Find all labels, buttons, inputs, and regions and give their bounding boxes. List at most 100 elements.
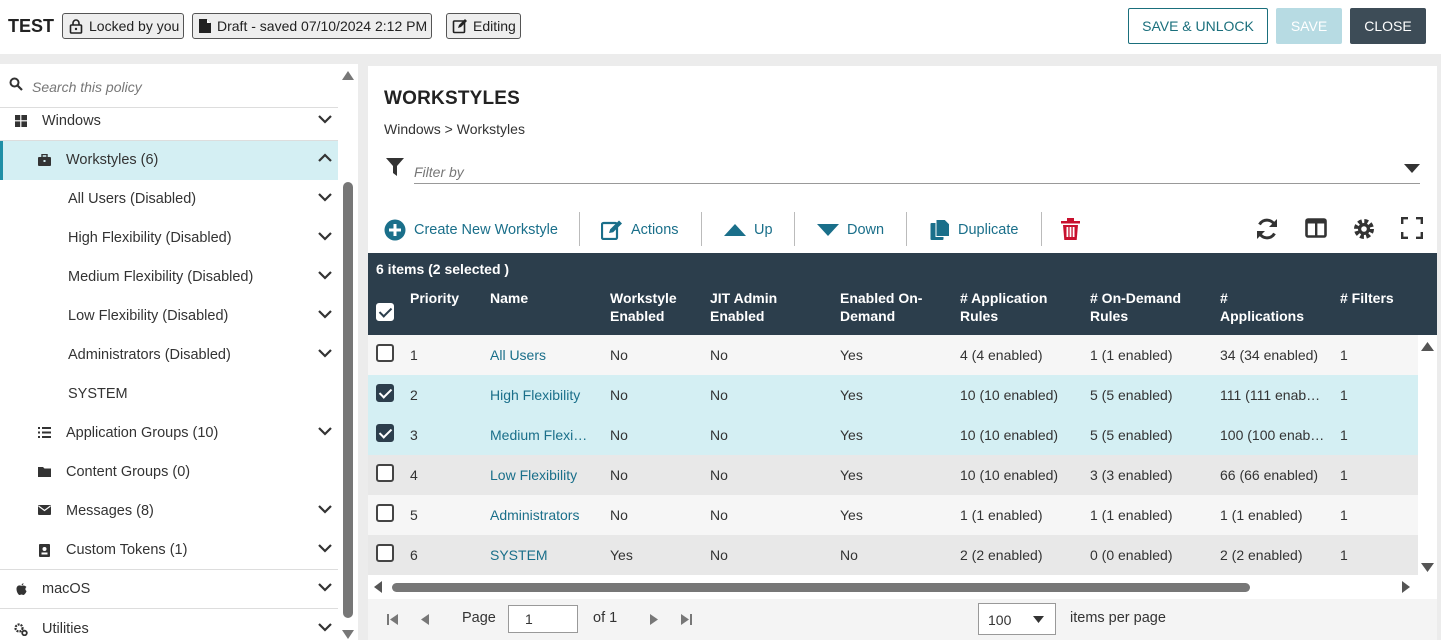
sidebar-item-messages[interactable]: Messages (8) xyxy=(0,492,338,531)
row-checkbox[interactable] xyxy=(376,544,394,562)
next-page-icon[interactable] xyxy=(650,614,658,625)
last-page-icon[interactable] xyxy=(681,614,692,625)
page-number-input[interactable] xyxy=(508,605,578,633)
column-header-app-rules[interactable]: # Application Rules xyxy=(960,289,1047,325)
sidebar-item-macos[interactable]: macOS xyxy=(0,570,338,609)
items-per-page-label: items per page xyxy=(1070,610,1166,626)
column-header-applications[interactable]: # Applications xyxy=(1220,289,1304,325)
envelope-icon xyxy=(38,505,51,515)
caret-down-icon[interactable] xyxy=(1404,164,1420,173)
sidebar-item-medium-flexibility[interactable]: Medium Flexibility (Disabled) xyxy=(0,258,338,297)
column-header-jit-admin[interactable]: JIT Admin Enabled xyxy=(710,289,777,325)
save-unlock-button[interactable]: SAVE & UNLOCK xyxy=(1128,8,1268,44)
column-header-on-demand[interactable]: Enabled On- Demand xyxy=(840,289,922,325)
move-up-button[interactable]: Up xyxy=(724,216,773,244)
duplicate-button[interactable]: Duplicate xyxy=(930,216,1018,244)
table-row[interactable]: 4 Low Flexibility No No Yes 10 (10 enabl… xyxy=(368,455,1418,495)
scroll-up-icon[interactable] xyxy=(342,71,354,80)
table-horizontal-scrollbar[interactable] xyxy=(368,575,1418,599)
table-row[interactable]: 6 SYSTEM Yes No No 2 (2 enabled) 0 (0 en… xyxy=(368,535,1418,575)
prev-page-icon[interactable] xyxy=(421,614,429,625)
column-header-priority[interactable]: Priority xyxy=(410,289,459,307)
table-row[interactable]: 1 All Users No No Yes 4 (4 enabled) 1 (1… xyxy=(368,335,1418,375)
chevron-up-icon[interactable] xyxy=(318,153,332,163)
sidebar-item-high-flexibility[interactable]: High Flexibility (Disabled) xyxy=(0,219,338,258)
fullscreen-icon[interactable] xyxy=(1401,217,1423,239)
actions-button[interactable]: Actions xyxy=(601,216,679,244)
gear-icon[interactable] xyxy=(1352,217,1376,241)
sidebar-item-application-groups[interactable]: Application Groups (10) xyxy=(0,414,338,453)
chevron-down-icon[interactable] xyxy=(318,348,332,358)
sidebar-scroll-thumb[interactable] xyxy=(343,182,353,618)
table-row[interactable]: 5 Administrators No No Yes 1 (1 enabled)… xyxy=(368,495,1418,535)
scroll-down-icon[interactable] xyxy=(1421,563,1434,572)
columns-icon[interactable] xyxy=(1305,217,1327,239)
horizontal-scroll-thumb[interactable] xyxy=(392,583,1250,592)
workstyle-name-link[interactable]: All Users xyxy=(490,347,600,363)
chevron-down-icon[interactable] xyxy=(318,426,332,436)
chevron-down-icon[interactable] xyxy=(318,622,332,632)
gears-icon xyxy=(14,623,28,636)
search-input[interactable] xyxy=(32,76,322,98)
scroll-down-icon[interactable] xyxy=(342,630,354,639)
applications-cell: 100 (100 enab… xyxy=(1220,427,1325,443)
items-per-page-select[interactable]: 100 xyxy=(978,603,1056,635)
save-button[interactable]: SAVE xyxy=(1276,8,1342,44)
row-checkbox[interactable] xyxy=(376,504,394,522)
sidebar-item-content-groups[interactable]: Content Groups (0) xyxy=(0,453,338,492)
caret-up-icon xyxy=(724,224,746,236)
app-rules-cell: 4 (4 enabled) xyxy=(960,347,1043,363)
chevron-down-icon[interactable] xyxy=(318,231,332,241)
sidebar-item-custom-tokens[interactable]: Custom Tokens (1) xyxy=(0,531,338,570)
workstyle-name-link[interactable]: Low Flexibility xyxy=(490,467,600,483)
chevron-down-icon[interactable] xyxy=(318,270,332,280)
workstyle-name-link[interactable]: Administrators xyxy=(490,507,600,523)
workstyle-name-link[interactable]: Medium Flexi… xyxy=(490,427,600,443)
chevron-down-icon[interactable] xyxy=(318,504,332,514)
table-vertical-scrollbar[interactable] xyxy=(1418,335,1437,575)
sidebar-item-administrators[interactable]: Administrators (Disabled) xyxy=(0,336,338,375)
chevron-down-icon[interactable] xyxy=(318,582,332,592)
chevron-down-icon[interactable] xyxy=(318,114,332,124)
column-header-filters[interactable]: # Filters xyxy=(1340,289,1394,307)
chevron-down-icon[interactable] xyxy=(318,543,332,553)
priority-cell: 5 xyxy=(410,507,418,523)
scroll-left-icon[interactable] xyxy=(374,581,382,593)
sidebar-item-all-users[interactable]: All Users (Disabled) xyxy=(0,180,338,219)
row-checkbox[interactable] xyxy=(376,424,394,442)
workstyle-name-link[interactable]: High Flexibility xyxy=(490,387,600,403)
row-checkbox[interactable] xyxy=(376,384,394,402)
table-row[interactable]: 2 High Flexibility No No Yes 10 (10 enab… xyxy=(368,375,1418,415)
file-icon xyxy=(199,19,211,33)
refresh-icon[interactable] xyxy=(1255,217,1279,241)
first-page-icon[interactable] xyxy=(387,614,398,625)
sidebar-item-windows[interactable]: Windows xyxy=(0,102,338,141)
sidebar-item-system[interactable]: SYSTEM xyxy=(0,375,338,414)
row-checkbox[interactable] xyxy=(376,344,394,362)
app-rules-cell: 1 (1 enabled) xyxy=(960,507,1043,523)
sidebar-item-workstyles[interactable]: Workstyles (6) xyxy=(0,141,338,180)
table-row[interactable]: 3 Medium Flexi… No No Yes 10 (10 enabled… xyxy=(368,415,1418,455)
workstyle-name-link[interactable]: SYSTEM xyxy=(490,547,600,563)
column-header-workstyle-enabled[interactable]: Workstyle Enabled xyxy=(610,289,677,325)
scroll-up-icon[interactable] xyxy=(1421,342,1434,351)
scroll-right-icon[interactable] xyxy=(1402,581,1410,593)
select-all-checkbox[interactable] xyxy=(376,303,394,321)
chevron-down-icon[interactable] xyxy=(318,192,332,202)
trash-icon[interactable] xyxy=(1061,218,1080,240)
row-checkbox[interactable] xyxy=(376,464,394,482)
chevron-down-icon[interactable] xyxy=(318,309,332,319)
filter-input[interactable] xyxy=(414,160,1420,184)
column-header-name[interactable]: Name xyxy=(490,289,528,307)
sidebar-item-utilities[interactable]: Utilities xyxy=(0,610,338,640)
sidebar-item-label: All Users (Disabled) xyxy=(68,191,197,207)
move-down-button[interactable]: Down xyxy=(817,216,884,244)
sidebar-scrollbar[interactable] xyxy=(338,64,358,640)
column-header-od-rules[interactable]: # On-Demand Rules xyxy=(1090,289,1181,325)
sidebar-item-label: Low Flexibility (Disabled) xyxy=(68,308,229,324)
on-demand-cell: Yes xyxy=(840,507,863,523)
create-workstyle-button[interactable]: Create New Workstyle xyxy=(384,216,558,244)
close-button[interactable]: CLOSE xyxy=(1350,8,1426,44)
breadcrumb: Windows > Workstyles xyxy=(384,121,525,137)
sidebar-item-low-flexibility[interactable]: Low Flexibility (Disabled) xyxy=(0,297,338,336)
